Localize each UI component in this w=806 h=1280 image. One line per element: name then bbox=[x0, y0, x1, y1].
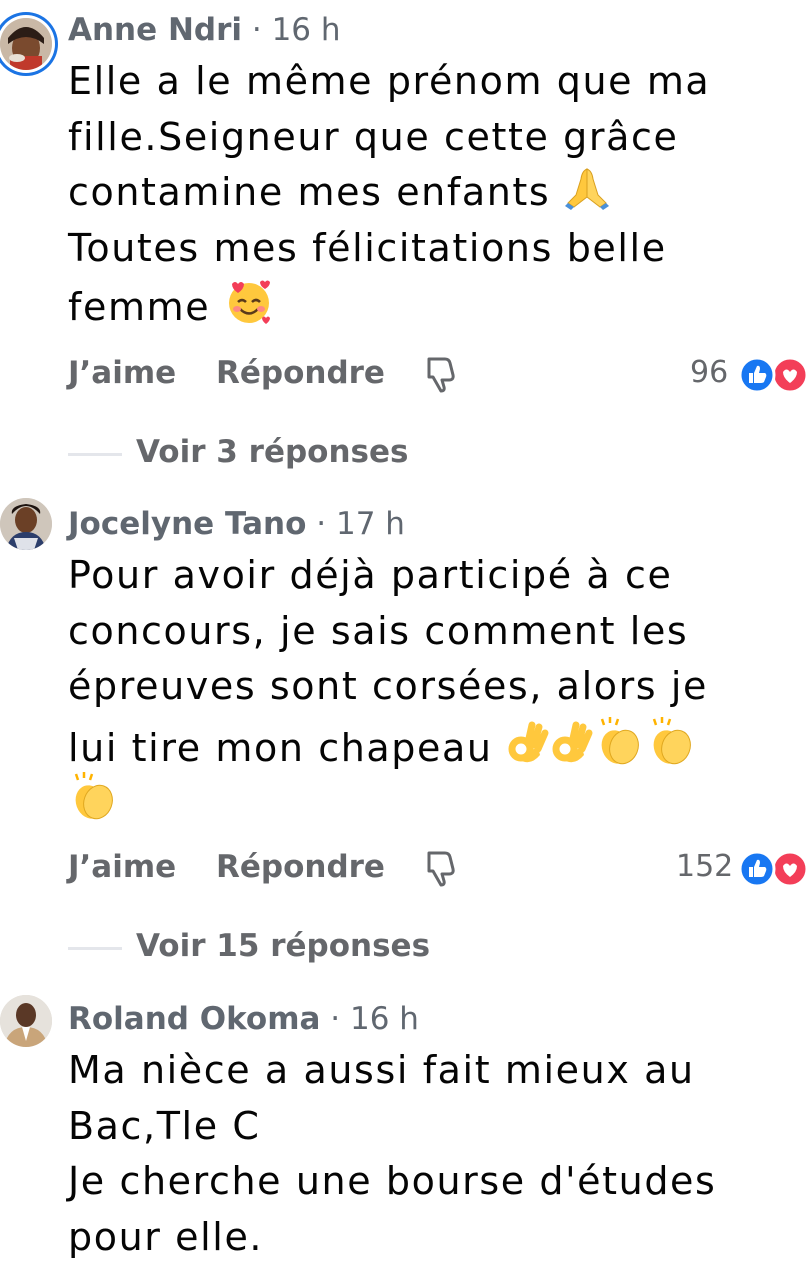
comment-actions: J’aime Répondre 96 bbox=[68, 355, 806, 399]
author-name[interactable]: Jocelyne Tano bbox=[68, 506, 306, 542]
comment-header: Roland Okoma · 16 h bbox=[68, 1001, 419, 1037]
author-name[interactable]: Anne Ndri bbox=[68, 12, 242, 48]
comment-line-text: femme bbox=[68, 285, 211, 329]
separator: · bbox=[251, 12, 262, 48]
reply-divider bbox=[68, 453, 122, 456]
praying-hands-icon bbox=[564, 165, 610, 227]
comment-line: Pour avoir déjà participé à ce bbox=[68, 553, 673, 597]
reaction-count[interactable]: 152 bbox=[676, 849, 733, 884]
dislike-icon[interactable] bbox=[423, 849, 457, 891]
timestamp[interactable]: 16 h bbox=[272, 12, 341, 48]
comment-line: Bac,Tle C bbox=[68, 1103, 261, 1148]
comment-line: épreuves sont corsées, alors je bbox=[68, 664, 709, 708]
comment-line-text: contamine mes enfants bbox=[68, 170, 551, 214]
comment-header: Anne Ndri · 16 h bbox=[68, 12, 341, 48]
view-replies-label[interactable]: Voir 15 réponses bbox=[136, 928, 430, 964]
separator: · bbox=[330, 1001, 341, 1037]
ok-hand-icon bbox=[506, 719, 550, 783]
comment-line: Elle a le même prénom que ma bbox=[68, 59, 711, 103]
separator: · bbox=[316, 506, 327, 542]
reaction-count[interactable]: 96 bbox=[690, 355, 728, 390]
comment-line: Ma nièce a aussi fait mieux au bbox=[68, 1048, 695, 1092]
comment-line: contamine mes enfants bbox=[68, 165, 788, 221]
clapping-hands-icon bbox=[646, 715, 698, 783]
ok-hand-icon bbox=[550, 719, 594, 783]
clapping-hands-icon bbox=[594, 715, 646, 783]
reply-divider bbox=[68, 947, 122, 950]
dislike-icon[interactable] bbox=[423, 355, 457, 397]
comment-line: femme bbox=[68, 276, 788, 332]
comment-line: Je cherche une bourse d'études bbox=[68, 1159, 717, 1203]
comment-line: Toutes mes félicitations belle bbox=[68, 225, 667, 270]
avatar[interactable] bbox=[0, 18, 52, 70]
comment-line: concours, je sais comment les bbox=[68, 608, 689, 653]
author-name[interactable]: Roland Okoma bbox=[68, 1001, 320, 1037]
like-button[interactable]: J’aime bbox=[68, 849, 176, 885]
like-button[interactable]: J’aime bbox=[68, 355, 176, 391]
comment-text: Elle a le même prénom que ma fille.Seign… bbox=[68, 54, 788, 332]
timestamp[interactable]: 16 h bbox=[350, 1001, 419, 1037]
reply-button[interactable]: Répondre bbox=[216, 355, 385, 391]
comment-line: pour elle. bbox=[68, 1214, 264, 1259]
reply-button[interactable]: Répondre bbox=[216, 849, 385, 885]
comment-line-text: lui tire mon chapeau bbox=[68, 725, 493, 770]
comment-header: Jocelyne Tano · 17 h bbox=[68, 506, 405, 542]
comment-text: Ma nièce a aussi fait mieux au Bac,Tle C… bbox=[68, 1043, 788, 1265]
clapping-hands-icon bbox=[68, 770, 120, 838]
comment-line: lui tire mon chapeau bbox=[68, 715, 788, 771]
reaction-icons[interactable] bbox=[738, 355, 806, 395]
view-replies-label[interactable]: Voir 3 réponses bbox=[136, 434, 408, 470]
comment-actions: J’aime Répondre 152 bbox=[68, 849, 806, 893]
reaction-icons[interactable] bbox=[738, 849, 806, 889]
timestamp[interactable]: 17 h bbox=[336, 506, 405, 542]
avatar[interactable] bbox=[0, 995, 52, 1047]
smiling-face-with-hearts-icon bbox=[224, 276, 274, 342]
avatar[interactable] bbox=[0, 498, 52, 550]
comment-line: fille.Seigneur que cette grâce bbox=[68, 114, 679, 159]
comment-text: Pour avoir déjà participé à ce concours,… bbox=[68, 548, 788, 826]
